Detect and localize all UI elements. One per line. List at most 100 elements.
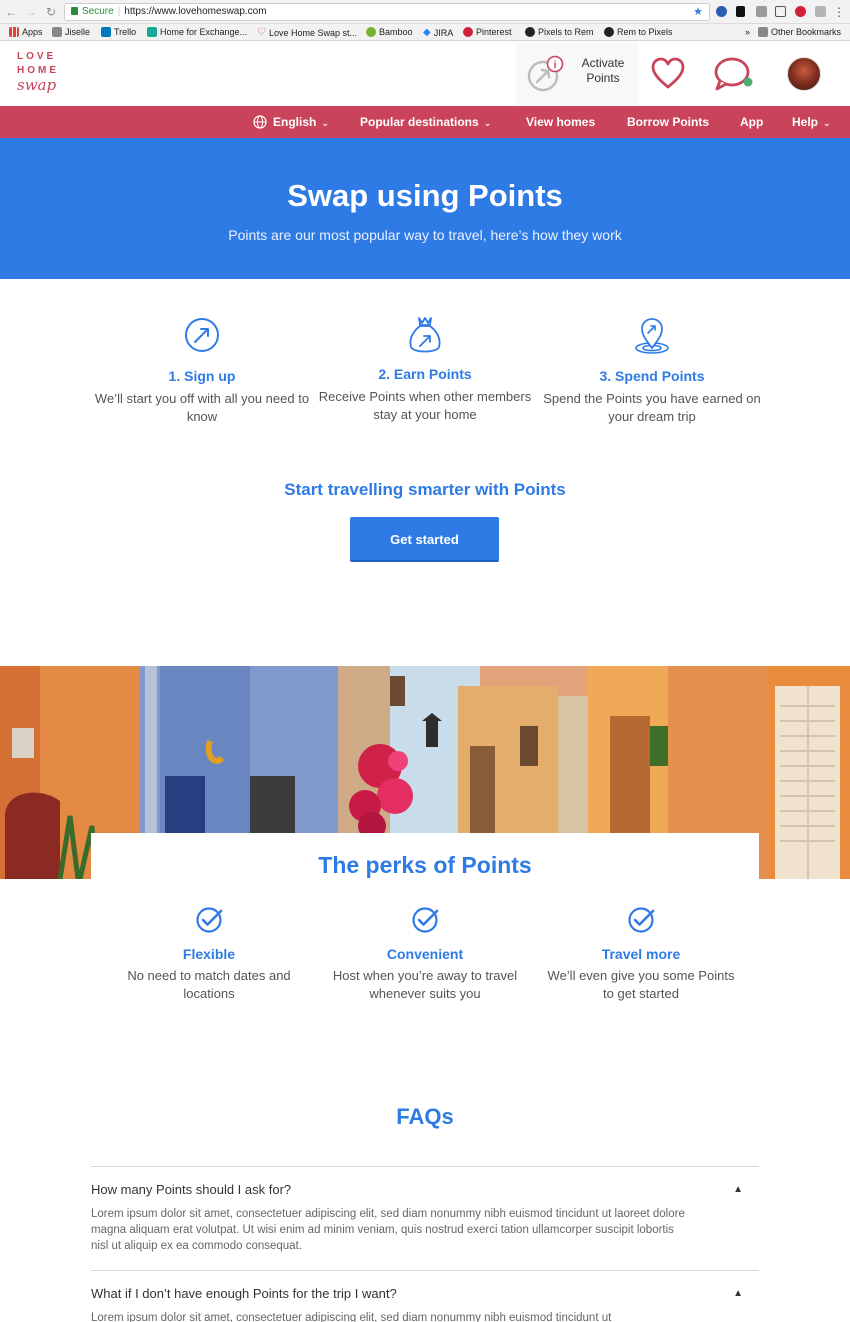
url-text: https://www.lovehomeswap.com — [124, 6, 267, 17]
faq-question[interactable]: What if I don’t have enough Points for t… — [91, 1286, 759, 1301]
user-avatar[interactable] — [787, 57, 821, 91]
nav-label: View homes — [526, 115, 596, 129]
money-bag-icon — [409, 317, 441, 353]
bookmarks-bar: Apps Jiselle Trello Home for Exchange...… — [0, 24, 850, 41]
step-text: Spend the Points you have earned on your… — [543, 391, 761, 424]
url-separator: | — [117, 6, 121, 17]
address-bar[interactable]: Secure | https://www.lovehomeswap.com ★ — [64, 3, 710, 21]
nav-help[interactable]: Help ⌄ — [792, 106, 831, 138]
forward-icon[interactable]: → — [24, 4, 38, 20]
bookmark-jiselle[interactable]: Jiselle — [52, 27, 90, 37]
perk-title: Travel more — [601, 946, 681, 962]
bookmark-home-for-exchange[interactable]: Home for Exchange... — [147, 27, 247, 37]
perk-title: Flexible — [182, 946, 236, 962]
step-title: 1. Sign up — [168, 368, 236, 384]
perk-convenient: Convenient Host when you’re away to trav… — [325, 906, 525, 1003]
browser-toolbar: ← → ↻ Secure | https://www.lovehomeswap.co… — [0, 0, 850, 24]
bookmark-label: Love Home Swap st... — [268, 27, 358, 38]
globe-icon — [253, 115, 267, 129]
bookmark-trello[interactable]: Trello — [101, 27, 136, 37]
check-circle-icon — [628, 907, 655, 933]
bookmark-label: Pinterest — [476, 27, 512, 37]
bookmark-jira[interactable]: ◆ JIRA — [423, 27, 453, 38]
bookmarks-overflow[interactable]: » — [745, 27, 750, 37]
chevron-down-icon: ⌄ — [321, 118, 329, 128]
perk-travel-more: Travel more We’ll even give you some Poi… — [541, 906, 741, 1003]
nav-label: Borrow Points — [627, 115, 710, 129]
reload-icon[interactable]: ↻ — [44, 4, 58, 20]
camera-extension-icon[interactable] — [756, 6, 767, 17]
perk-flexible: Flexible No need to match dates and loca… — [109, 906, 309, 1003]
logo-swap: swap — [17, 76, 57, 94]
step-text: Receive Points when other members stay a… — [318, 389, 532, 422]
faq-answer: Lorem ipsum dolor sit amet, consectetuer… — [91, 1312, 612, 1322]
other-bookmarks[interactable]: Other Bookmarks — [758, 27, 841, 37]
step-text: We’ll start you off with all you need to… — [94, 391, 310, 424]
nav-popular-destinations[interactable]: Popular destinations ⌄ — [360, 106, 491, 138]
overflow-chevron: » — [745, 27, 751, 37]
extension-icon[interactable] — [716, 6, 727, 17]
nav-view-homes[interactable]: View homes — [526, 106, 595, 138]
step-title: 3. Spend Points — [599, 368, 705, 384]
bookmark-label: Pixels to Rem — [538, 27, 594, 37]
bookmark-label: Home for Exchange... — [160, 27, 248, 37]
nav-language[interactable]: English ⌄ — [253, 106, 329, 138]
nav-label: App — [740, 115, 764, 129]
bookmark-rem-to-pixels[interactable]: Rem to Pixels — [604, 27, 673, 37]
heart-icon[interactable] — [650, 56, 686, 90]
logo-love: LOVE — [17, 51, 57, 62]
activate-points-button[interactable]: i Activate Points — [516, 42, 638, 105]
nav-label: English — [273, 115, 317, 129]
bookmark-bamboo[interactable]: Bamboo — [366, 27, 413, 37]
heart-icon: ♡ — [257, 27, 266, 38]
faq-item[interactable]: What if I don’t have enough Points for t… — [91, 1270, 759, 1322]
bookmark-pinterest[interactable]: Pinterest — [463, 27, 512, 37]
bamboo-icon — [366, 27, 376, 37]
bookmark-apps[interactable]: Apps — [9, 27, 43, 37]
chevron-up-icon[interactable]: ▲ — [733, 1288, 743, 1299]
extension-icon[interactable] — [736, 6, 745, 17]
chat-icon[interactable] — [712, 56, 756, 94]
trello-icon — [101, 27, 111, 37]
bookmark-label: Trello — [114, 27, 137, 37]
perks-title: The perks of Points — [318, 852, 532, 878]
step-title: 2. Earn Points — [378, 366, 472, 382]
bookmark-label: Bamboo — [379, 27, 413, 37]
folder-icon — [52, 27, 62, 37]
pinterest-extension-icon[interactable] — [795, 6, 806, 17]
chevron-up-icon[interactable]: ▲ — [733, 1184, 743, 1195]
menu-kebab-icon[interactable]: ⋮ — [832, 4, 846, 20]
back-icon[interactable]: ← — [4, 4, 18, 20]
pixels-icon — [604, 27, 614, 37]
bookmark-label: JIRA — [433, 27, 454, 38]
pixels-icon — [525, 27, 535, 37]
extension-icon[interactable] — [815, 6, 826, 17]
get-started-button[interactable]: Get started — [350, 517, 499, 562]
step-spend-points: 3. Spend Points Spend the Points you hav… — [542, 316, 762, 426]
bookmark-star-icon[interactable]: ★ — [693, 4, 703, 20]
check-circle-icon — [412, 907, 439, 933]
bookmark-label: Apps — [22, 27, 43, 37]
faqs-title: FAQs — [396, 1104, 454, 1129]
activate-points-label: Activate Points — [581, 56, 625, 85]
screenshot-extension-icon[interactable] — [775, 6, 786, 17]
perk-text: No need to match dates and locations — [127, 968, 291, 1001]
jira-icon: ◆ — [423, 27, 431, 38]
nav-borrow-points[interactable]: Borrow Points — [627, 106, 709, 138]
nav-label: Help — [792, 115, 819, 129]
faq-question[interactable]: How many Points should I ask for? — [91, 1182, 759, 1197]
chevron-down-icon: ⌄ — [823, 118, 831, 128]
hero-banner: Swap using Points Points are our most po… — [0, 138, 850, 279]
nav-app[interactable]: App — [740, 106, 763, 138]
bookmark-love-home-swap[interactable]: ♡ Love Home Swap st... — [257, 27, 357, 38]
perk-title: Convenient — [386, 946, 464, 962]
bookmark-label: Rem to Pixels — [617, 27, 673, 37]
love-home-swap-logo[interactable]: LOVE HOME swap — [17, 50, 77, 93]
chevron-down-icon: ⌄ — [483, 118, 492, 128]
hero-subtitle: Points are our most popular way to trave… — [228, 227, 622, 243]
secure-label: Secure — [82, 6, 114, 17]
compass-arrow-icon — [185, 318, 219, 352]
svg-text:i: i — [554, 60, 557, 71]
faq-item[interactable]: How many Points should I ask for? ▲ Lore… — [91, 1166, 759, 1270]
bookmark-pixels-to-rem[interactable]: Pixels to Rem — [525, 27, 594, 37]
